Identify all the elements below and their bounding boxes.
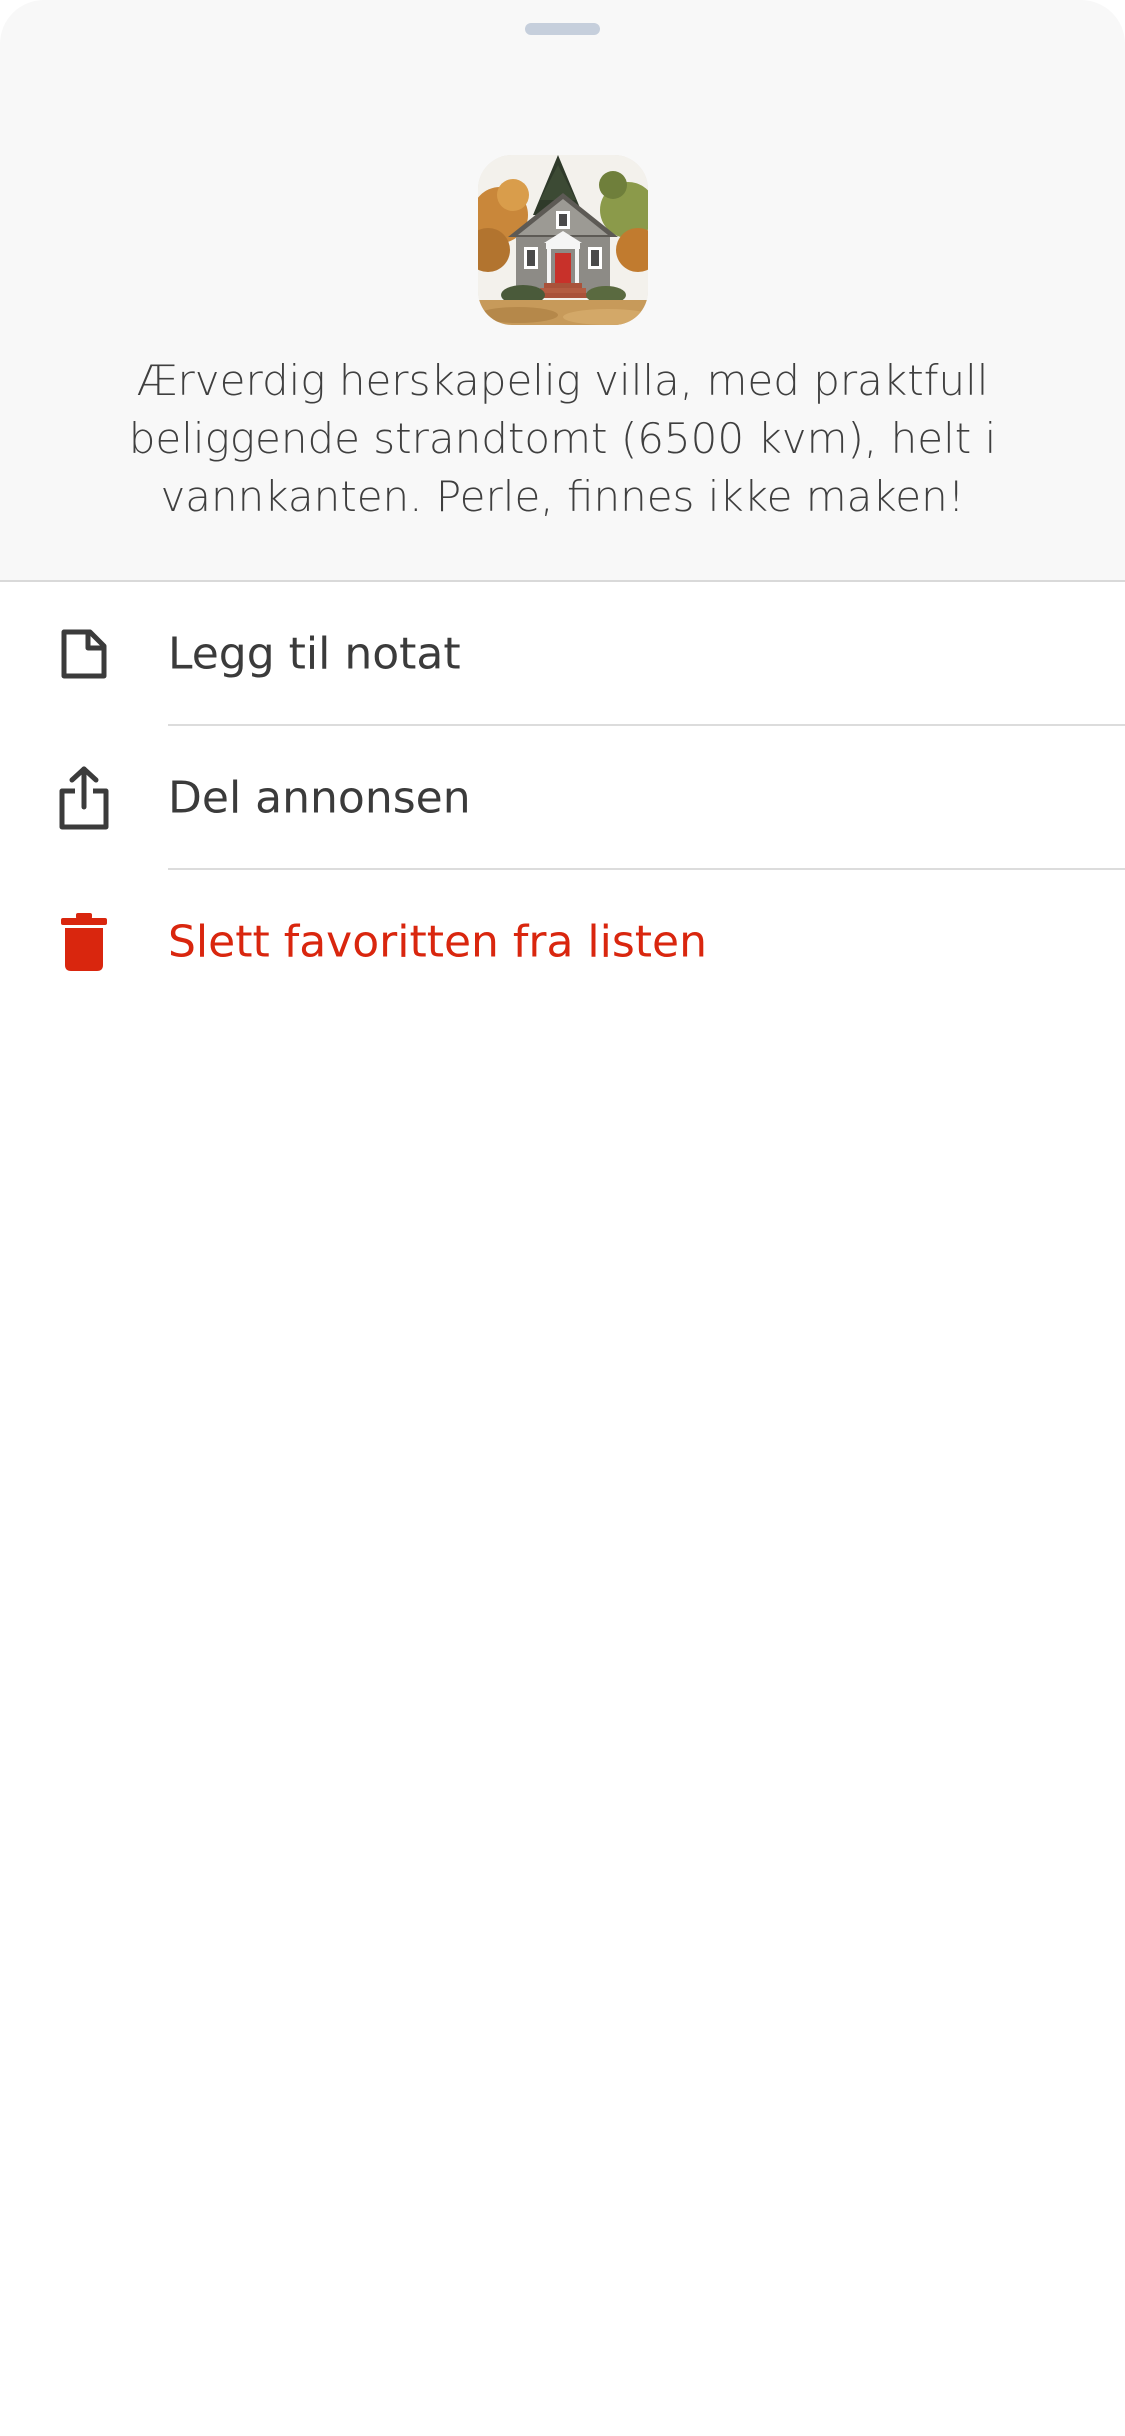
action-menu: Legg til notat Del annonsen Slett favori… — [0, 582, 1125, 1014]
share-button[interactable]: Del annonsen — [0, 726, 1125, 870]
share-icon — [52, 766, 116, 830]
delete-favorite-label: Slett favoritten fra listen — [168, 916, 707, 968]
listing-thumbnail — [478, 155, 648, 325]
add-note-label: Legg til notat — [168, 628, 461, 680]
trash-icon — [52, 910, 116, 974]
note-icon — [52, 622, 116, 686]
drag-handle[interactable] — [525, 23, 600, 35]
sheet-header: Ærverdig herskapelig villa, med praktful… — [0, 0, 1125, 582]
action-sheet: Ærverdig herskapelig villa, med praktful… — [0, 0, 1125, 2436]
share-label: Del annonsen — [168, 772, 471, 824]
add-note-button[interactable]: Legg til notat — [0, 582, 1125, 726]
delete-favorite-button[interactable]: Slett favoritten fra listen — [0, 870, 1125, 1014]
listing-title: Ærverdig herskapelig villa, med praktful… — [128, 356, 997, 521]
house-photo-icon — [478, 155, 648, 325]
